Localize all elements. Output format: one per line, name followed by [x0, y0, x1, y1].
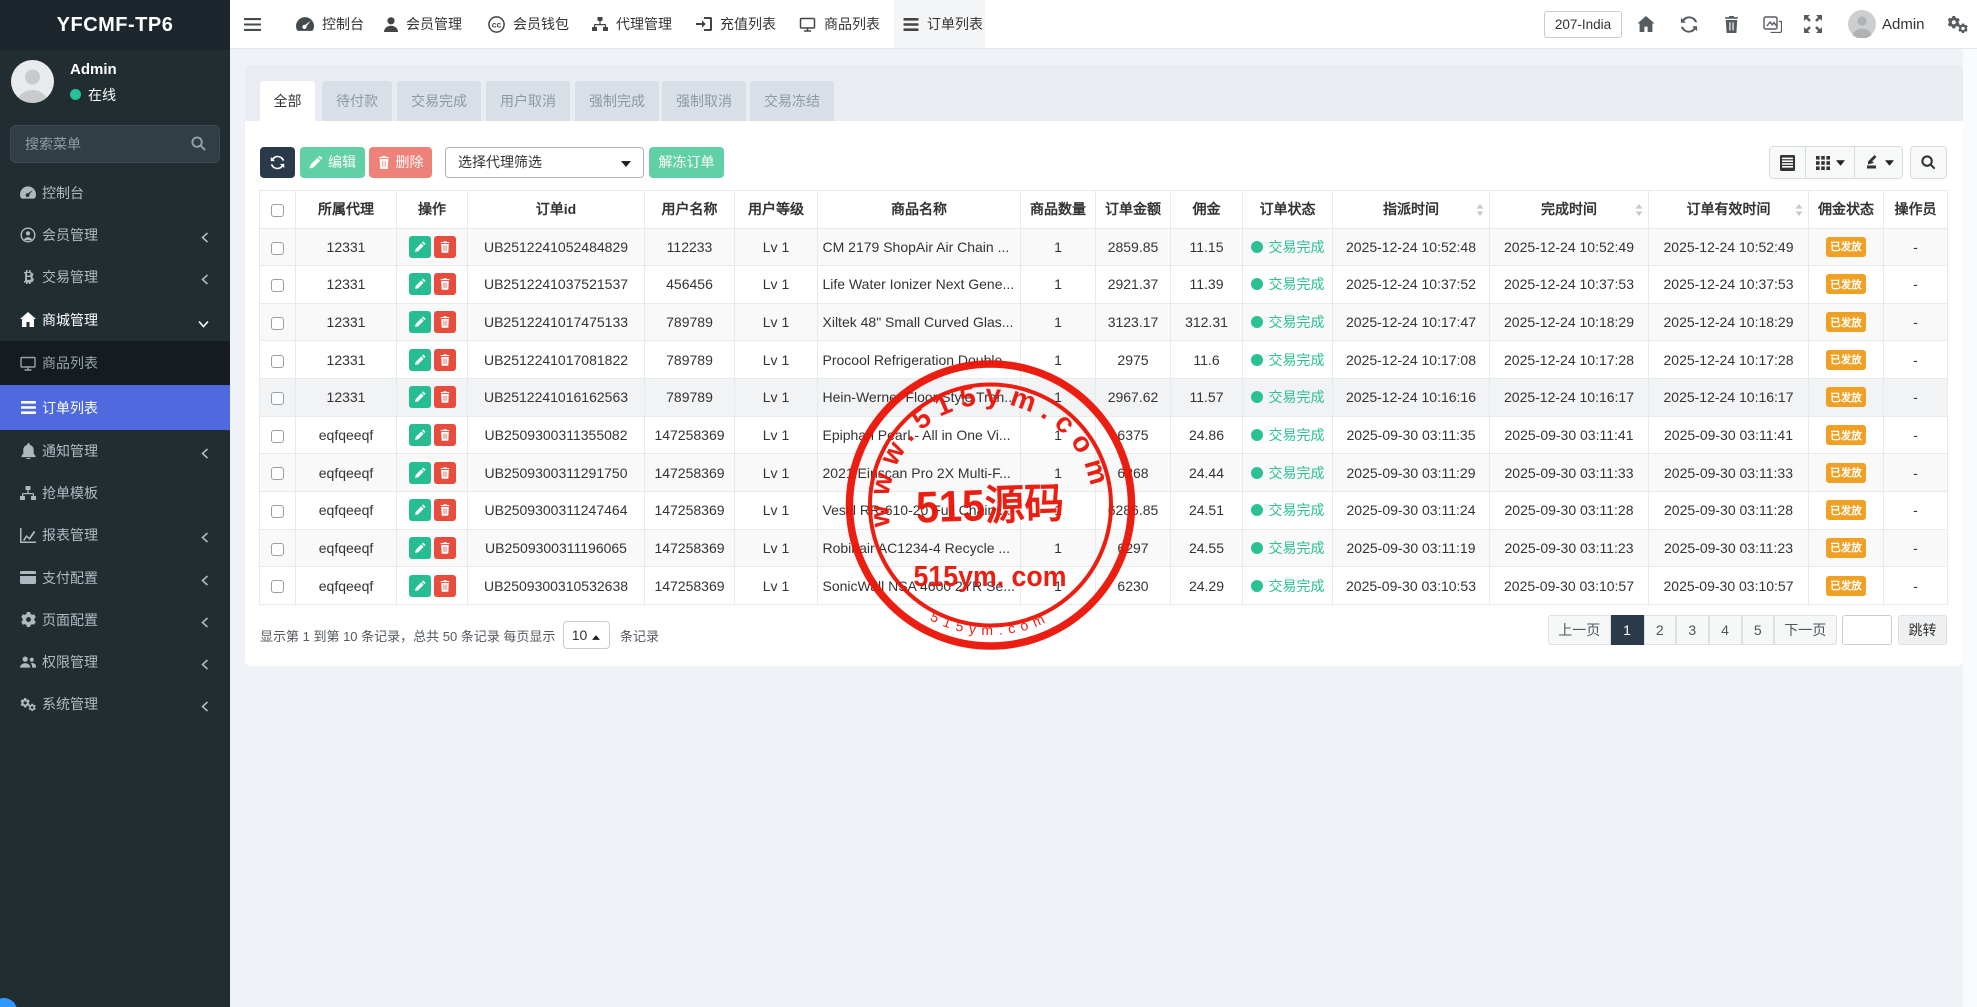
svg-text:cc: cc — [492, 19, 502, 29]
svg-text:515ym. com: 515ym. com — [914, 561, 1067, 593]
svg-text:515源码: 515源码 — [915, 478, 1065, 532]
svg-text:515ym.com: 515ym.com — [928, 608, 1052, 638]
